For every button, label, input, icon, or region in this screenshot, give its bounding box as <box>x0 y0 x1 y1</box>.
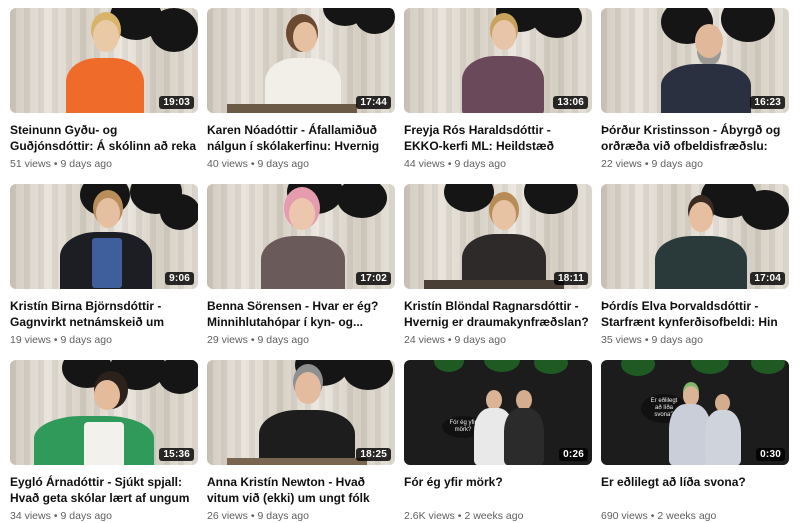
video-meta: 34 views • 9 days ago <box>10 510 112 522</box>
view-count: 34 views <box>10 510 51 522</box>
view-count: 29 views <box>207 334 248 346</box>
upload-age: 9 days ago <box>60 510 112 522</box>
video-card[interactable]: 18:25 Anna Kristín Newton - Hvað vitum v… <box>207 360 395 523</box>
view-count: 44 views <box>404 158 445 170</box>
video-grid-page: { "videos": [ {"title": "Steinunn Gyðu- … <box>0 0 800 522</box>
video-title[interactable]: Þórdís Elva Þorvaldsdóttir - Starfrænt k… <box>601 298 789 330</box>
video-title[interactable]: Freyja Rós Haraldsdóttir - EKKO-kerfi ML… <box>404 122 592 154</box>
video-meta: 35 views • 9 days ago <box>601 334 703 346</box>
duration-badge: 0:30 <box>756 448 785 461</box>
video-meta: 26 views • 9 days ago <box>207 510 309 522</box>
video-title[interactable]: Anna Kristín Newton - Hvað vitum við (ek… <box>207 474 395 506</box>
video-title[interactable]: Er eðlilegt að líða svona? <box>601 474 789 506</box>
video-thumbnail[interactable]: 18:11 <box>404 184 592 289</box>
view-count: 51 views <box>10 158 51 170</box>
upload-age: 9 days ago <box>454 158 506 170</box>
video-title[interactable]: Fór ég yfir mörk? <box>404 474 592 506</box>
video-card[interactable]: 19:03 Steinunn Gyðu- og Guðjónsdóttir: Á… <box>10 8 198 171</box>
video-meta: 19 views • 9 days ago <box>10 334 112 346</box>
video-meta: 2.6K views • 2 weeks ago <box>404 510 524 522</box>
upload-age: 2 weeks ago <box>657 510 717 522</box>
video-card[interactable]: Fór ég yfir mörk? 0:26 Fór ég yfir mörk?… <box>404 360 592 523</box>
view-count: 22 views <box>601 158 642 170</box>
view-count: 26 views <box>207 510 248 522</box>
upload-age: 9 days ago <box>257 158 309 170</box>
duration-badge: 18:11 <box>553 272 588 285</box>
duration-badge: 16:23 <box>750 96 785 109</box>
duration-badge: 18:25 <box>356 448 391 461</box>
video-title[interactable]: Eygló Árnadóttir - Sjúkt spjall: Hvað ge… <box>10 474 198 506</box>
video-meta: 29 views • 9 days ago <box>207 334 309 346</box>
video-meta: 40 views • 9 days ago <box>207 158 309 170</box>
video-thumbnail[interactable]: Er eðlilegt að líða svona? 0:30 <box>601 360 789 465</box>
upload-age: 9 days ago <box>257 334 309 346</box>
video-card[interactable]: 15:36 Eygló Árnadóttir - Sjúkt spjall: H… <box>10 360 198 523</box>
video-card[interactable]: Er eðlilegt að líða svona? 0:30 Er eðlil… <box>601 360 789 523</box>
view-count: 19 views <box>10 334 51 346</box>
upload-age: 9 days ago <box>651 158 703 170</box>
video-meta: 690 views • 2 weeks ago <box>601 510 717 522</box>
video-card[interactable]: 18:11 Kristín Blöndal Ragnarsdóttir - Hv… <box>404 184 592 347</box>
duration-badge: 9:06 <box>165 272 194 285</box>
duration-badge: 17:44 <box>356 96 391 109</box>
view-count: 24 views <box>404 334 445 346</box>
video-thumbnail[interactable]: 15:36 <box>10 360 198 465</box>
video-card[interactable]: 16:23 Þórður Kristinsson - Ábyrgð og orð… <box>601 8 789 171</box>
upload-age: 9 days ago <box>454 334 506 346</box>
video-thumbnail[interactable]: Fór ég yfir mörk? 0:26 <box>404 360 592 465</box>
video-card[interactable]: 9:06 Kristín Birna Björnsdóttir - Gagnvi… <box>10 184 198 347</box>
duration-badge: 0:26 <box>559 448 588 461</box>
view-count: 690 views <box>601 510 648 522</box>
video-meta: 22 views • 9 days ago <box>601 158 703 170</box>
duration-badge: 13:06 <box>553 96 588 109</box>
video-meta: 24 views • 9 days ago <box>404 334 506 346</box>
upload-age: 9 days ago <box>651 334 703 346</box>
upload-age: 9 days ago <box>60 334 112 346</box>
video-meta: 51 views • 9 days ago <box>10 158 112 170</box>
upload-age: 9 days ago <box>257 510 309 522</box>
video-thumbnail[interactable]: 18:25 <box>207 360 395 465</box>
video-title[interactable]: Kristín Blöndal Ragnarsdóttir - Hvernig … <box>404 298 592 330</box>
video-thumbnail[interactable]: 17:04 <box>601 184 789 289</box>
video-card[interactable]: 17:44 Karen Nóadóttir - Áfallamiðuð nálg… <box>207 8 395 171</box>
video-thumbnail[interactable]: 19:03 <box>10 8 198 113</box>
video-meta: 44 views • 9 days ago <box>404 158 506 170</box>
video-thumbnail[interactable]: 17:02 <box>207 184 395 289</box>
video-title[interactable]: Benna Sörensen - Hvar er ég? Minnihlutah… <box>207 298 395 330</box>
video-title[interactable]: Þórður Kristinsson - Ábyrgð og orðræða v… <box>601 122 789 154</box>
duration-badge: 17:04 <box>750 272 785 285</box>
upload-age: 9 days ago <box>60 158 112 170</box>
duration-badge: 17:02 <box>356 272 391 285</box>
video-thumbnail[interactable]: 9:06 <box>10 184 198 289</box>
duration-badge: 15:36 <box>159 448 194 461</box>
video-title[interactable]: Karen Nóadóttir - Áfallamiðuð nálgun í s… <box>207 122 395 154</box>
video-card[interactable]: 13:06 Freyja Rós Haraldsdóttir - EKKO-ke… <box>404 8 592 171</box>
video-thumbnail[interactable]: 17:44 <box>207 8 395 113</box>
upload-age: 2 weeks ago <box>464 510 524 522</box>
view-count: 35 views <box>601 334 642 346</box>
video-card[interactable]: 17:02 Benna Sörensen - Hvar er ég? Minni… <box>207 184 395 347</box>
video-title[interactable]: Steinunn Gyðu- og Guðjónsdóttir: Á skóli… <box>10 122 198 154</box>
view-count: 40 views <box>207 158 248 170</box>
view-count: 2.6K views <box>404 510 455 522</box>
video-card[interactable]: 17:04 Þórdís Elva Þorvaldsdóttir - Starf… <box>601 184 789 347</box>
video-title[interactable]: Kristín Birna Björnsdóttir - Gagnvirkt n… <box>10 298 198 330</box>
duration-badge: 19:03 <box>159 96 194 109</box>
video-thumbnail[interactable]: 16:23 <box>601 8 789 113</box>
video-thumbnail[interactable]: 13:06 <box>404 8 592 113</box>
